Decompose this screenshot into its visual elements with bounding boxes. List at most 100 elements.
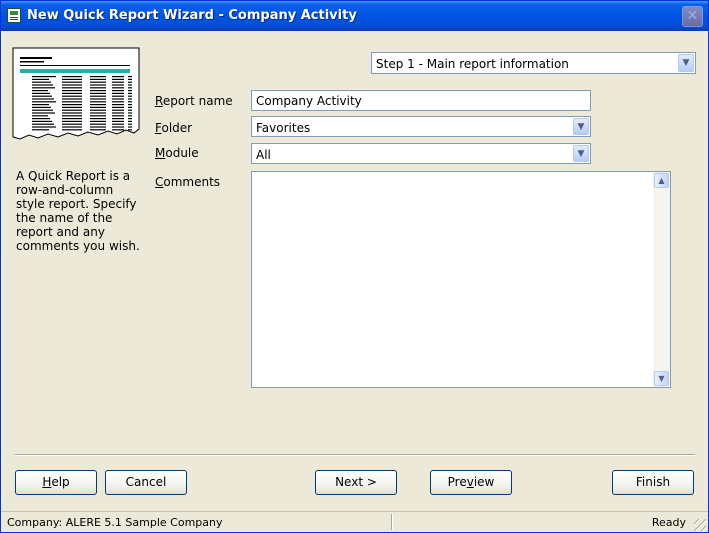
chevron-down-icon[interactable]: ▼ <box>573 118 589 135</box>
report-row-line <box>90 106 106 108</box>
report-row-line <box>128 92 132 94</box>
status-state: Ready <box>651 516 686 529</box>
report-row-line <box>32 95 52 97</box>
report-row-line <box>112 109 124 111</box>
report-row-line <box>112 76 124 78</box>
help-button[interactable]: Help <box>15 470 97 495</box>
report-row-line <box>90 95 106 97</box>
report-row-line <box>128 129 132 131</box>
next-button[interactable]: Next > <box>315 470 397 495</box>
report-row-line <box>90 78 106 80</box>
report-row-line <box>128 104 132 106</box>
report-row-line <box>112 90 124 92</box>
report-row-line <box>32 87 55 89</box>
report-row-line <box>112 87 124 89</box>
report-row-line <box>112 98 124 100</box>
scroll-down-icon[interactable]: ▼ <box>654 371 669 386</box>
report-row-line <box>90 84 106 86</box>
comments-scrollbar[interactable]: ▲ ▼ <box>653 172 670 387</box>
report-row-line <box>32 112 55 114</box>
report-row-line <box>90 109 106 111</box>
report-row-line <box>90 126 106 128</box>
report-row-line <box>112 104 124 106</box>
report-row-line <box>32 118 50 120</box>
report-row-line <box>90 118 106 120</box>
report-row-line <box>32 98 54 100</box>
comments-label: Comments <box>155 175 221 189</box>
report-row-line <box>128 87 132 89</box>
report-preview-image <box>12 47 140 140</box>
report-row-line <box>32 104 49 106</box>
finish-button[interactable]: Finish <box>612 470 694 495</box>
report-row-line <box>62 92 82 94</box>
report-row-line <box>128 112 132 114</box>
report-row-line <box>128 84 132 86</box>
report-row-line <box>112 126 124 128</box>
report-row-line <box>62 84 82 86</box>
resize-grip-icon[interactable] <box>694 519 706 531</box>
report-row-line <box>128 78 132 80</box>
report-row-line <box>112 123 124 125</box>
report-row-line <box>112 112 124 114</box>
report-row-line <box>62 126 82 128</box>
preview-button[interactable]: Preview <box>430 470 512 495</box>
report-row-line <box>128 109 132 111</box>
report-row-line <box>90 87 106 89</box>
report-app-icon <box>7 8 21 23</box>
report-row-line <box>62 104 82 106</box>
wizard-window: New Quick Report Wizard - Company Activi… <box>0 0 709 533</box>
chevron-down-icon[interactable]: ▼ <box>573 145 589 162</box>
close-icon: ✕ <box>686 8 699 24</box>
report-row-line <box>32 78 49 80</box>
report-row-line <box>62 112 82 114</box>
report-row-line <box>128 76 132 78</box>
report-row-line <box>90 104 106 106</box>
report-row-line <box>128 101 132 103</box>
title-bar[interactable]: New Quick Report Wizard - Company Activi… <box>1 1 708 31</box>
report-row-line <box>90 81 106 83</box>
report-row-line <box>128 106 132 108</box>
report-row-line <box>62 90 82 92</box>
step-dropdown[interactable]: Step 1 - Main report information ▼ <box>371 52 696 74</box>
report-row-line <box>128 98 132 100</box>
report-row-line <box>112 120 124 122</box>
report-row-line <box>62 98 82 100</box>
report-row-line <box>112 95 124 97</box>
report-row-line <box>112 115 124 117</box>
report-row-line <box>32 81 51 83</box>
report-row-line <box>90 76 106 78</box>
report-row-line <box>128 90 132 92</box>
chevron-down-icon[interactable]: ▼ <box>678 54 694 72</box>
report-row-line <box>112 78 124 80</box>
report-row-line <box>32 76 56 78</box>
report-row-line <box>112 81 124 83</box>
report-row-line <box>62 118 82 120</box>
module-label: Module <box>155 146 199 160</box>
report-title-line <box>20 57 52 59</box>
report-row-line <box>128 126 132 128</box>
report-row-line <box>32 90 48 92</box>
report-row-line <box>32 115 48 117</box>
report-row-line <box>90 112 106 114</box>
module-dropdown[interactable]: All ▼ <box>251 143 591 164</box>
folder-label: Folder <box>155 121 193 135</box>
comments-textarea[interactable]: ▲ ▼ <box>251 171 671 388</box>
report-row-line <box>62 109 82 111</box>
report-name-input[interactable]: Company Activity <box>251 90 591 111</box>
report-row-line <box>62 76 82 78</box>
report-row-line <box>90 98 106 100</box>
folder-value: Favorites <box>256 121 311 135</box>
report-row-line <box>32 126 56 128</box>
report-row-line <box>128 81 132 83</box>
step-selected-value: Step 1 - Main report information <box>376 57 569 71</box>
report-row-line <box>112 84 124 86</box>
report-row-line <box>32 109 53 111</box>
cancel-button[interactable]: Cancel <box>105 470 187 495</box>
report-row-line <box>62 81 82 83</box>
folder-dropdown[interactable]: Favorites ▼ <box>251 116 591 137</box>
report-row-line <box>90 92 106 94</box>
report-row-line <box>112 92 124 94</box>
window-title: New Quick Report Wizard - Company Activi… <box>27 8 357 23</box>
close-button[interactable]: ✕ <box>682 6 703 27</box>
scroll-up-icon[interactable]: ▲ <box>654 173 669 188</box>
